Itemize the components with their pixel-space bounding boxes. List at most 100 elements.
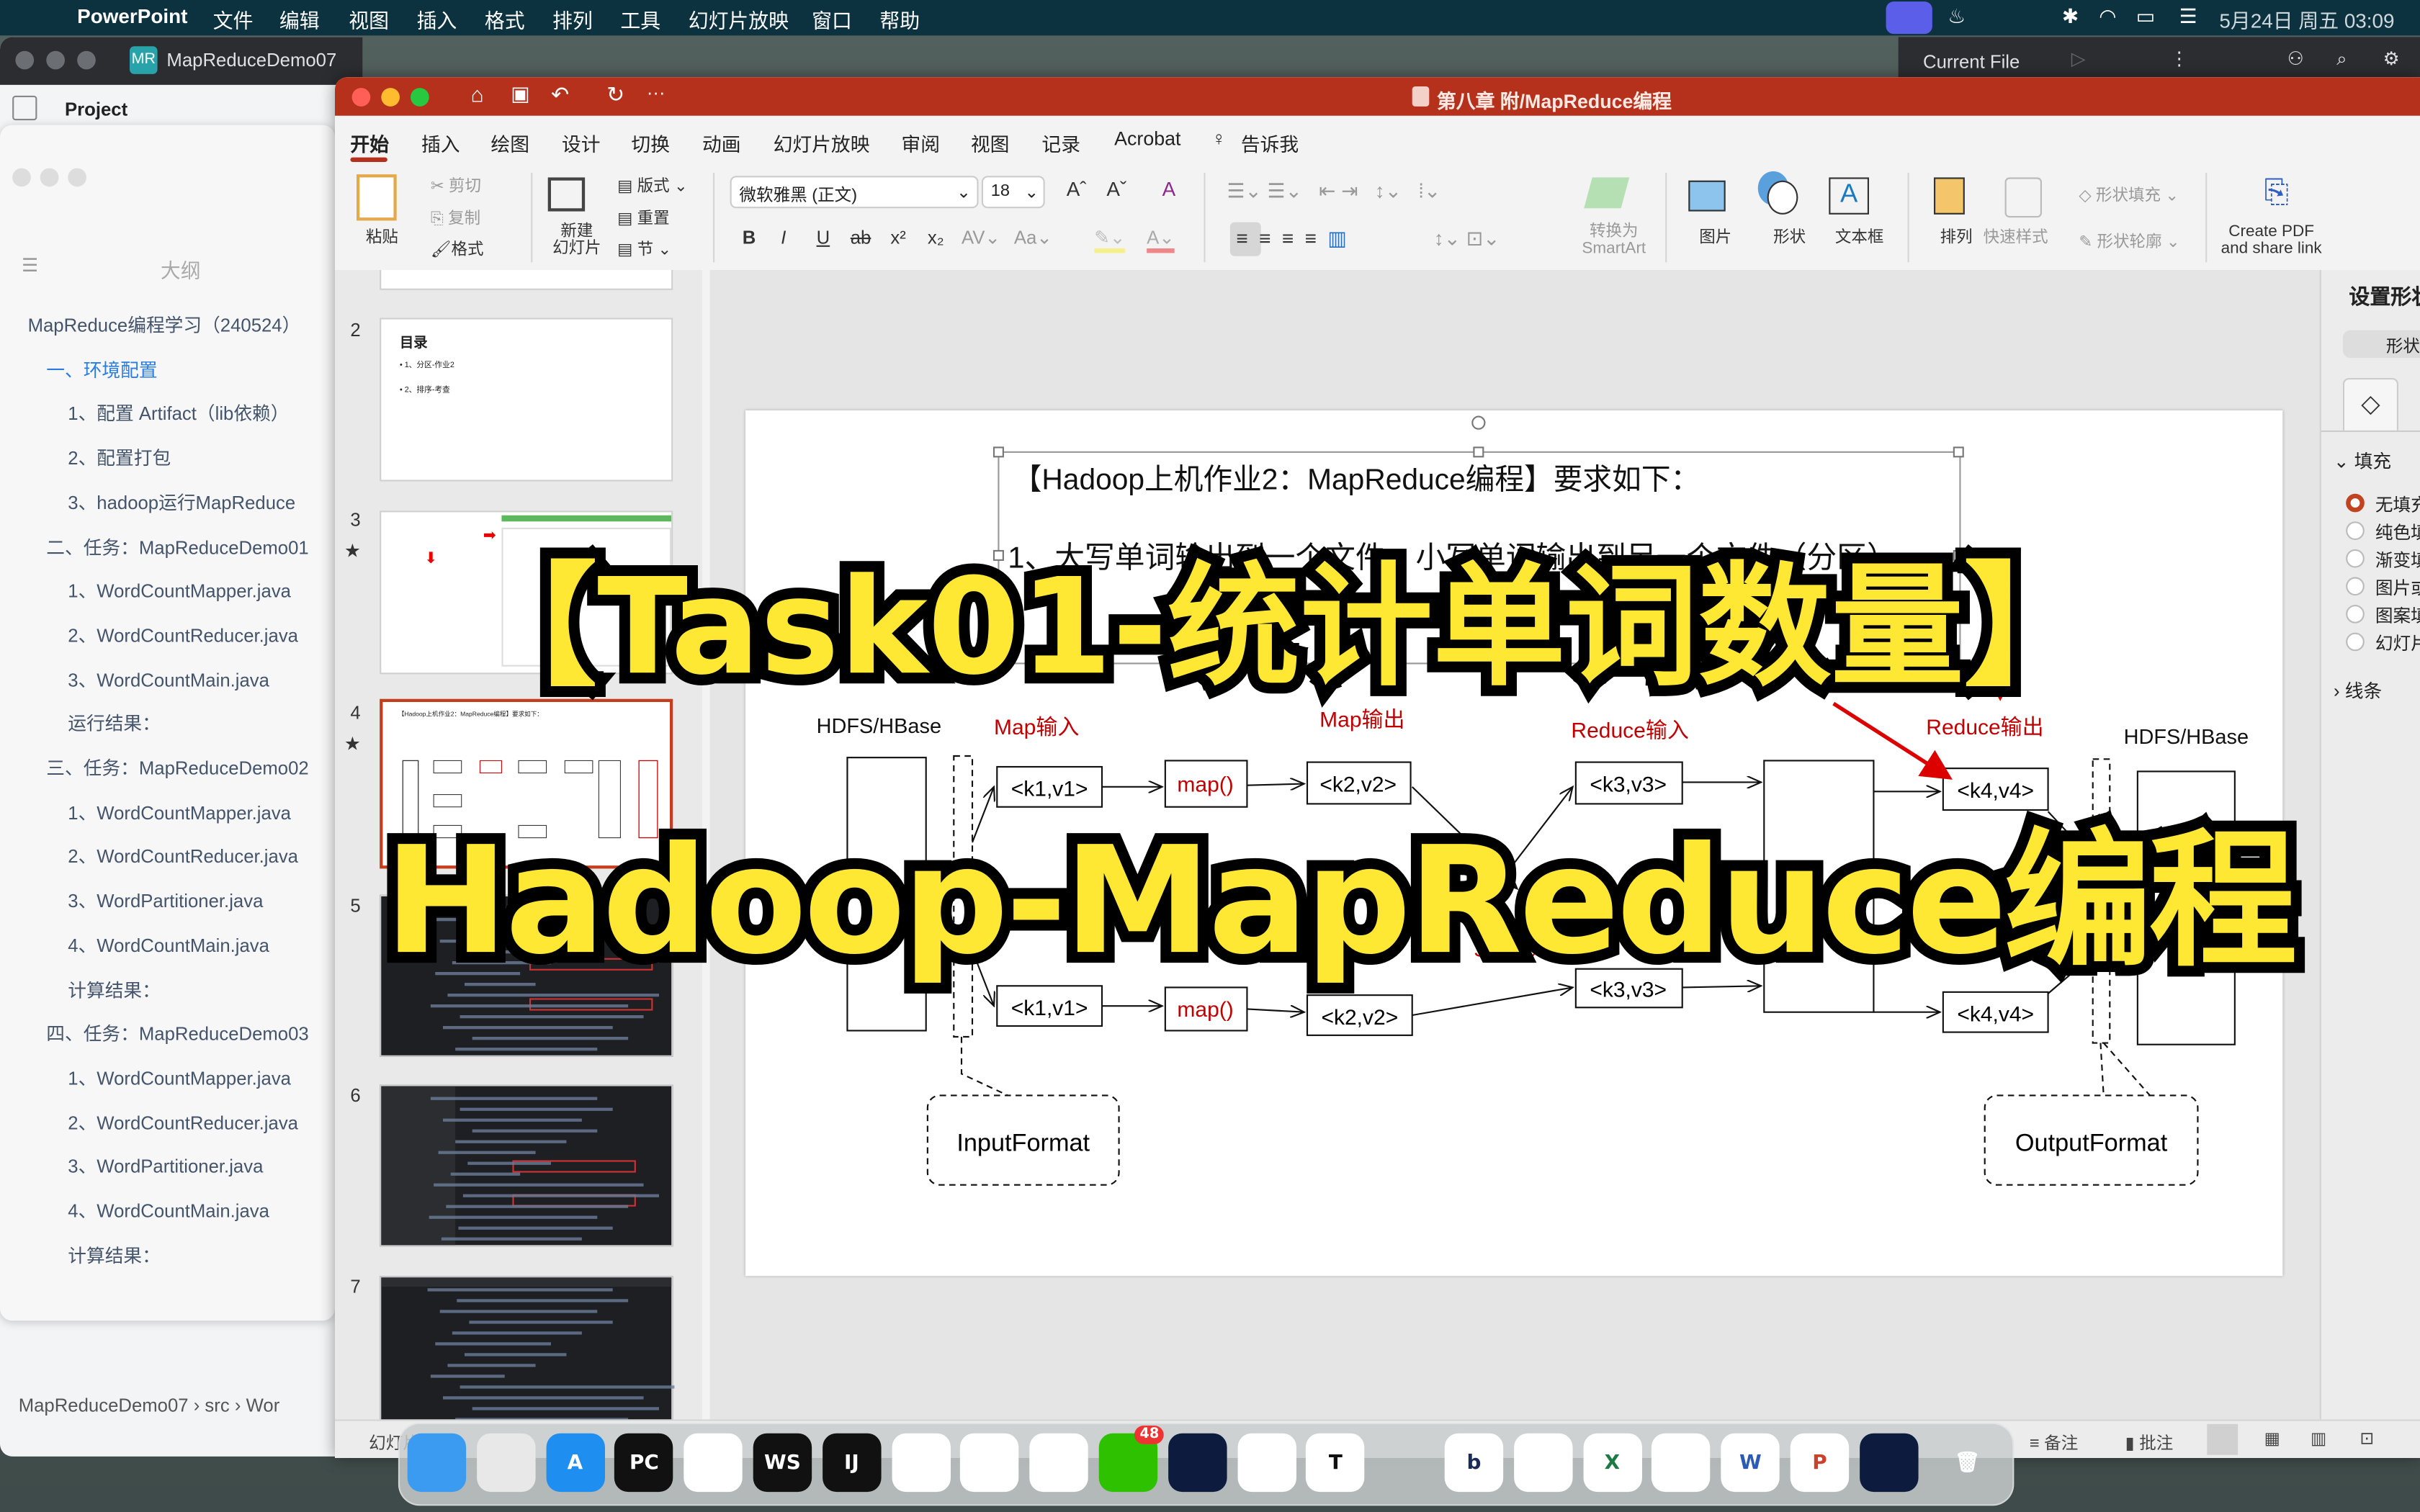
alignment-buttons[interactable]: ≡ ≡ ≡ ≡ ▥ — [1236, 227, 1346, 251]
paste-icon[interactable] — [356, 174, 397, 221]
bluetooth-icon[interactable]: ✱ — [2062, 4, 2079, 29]
save-icon[interactable]: ▣ — [511, 82, 529, 107]
more-icon[interactable]: ··· — [647, 82, 666, 104]
sorter-view-button[interactable]: ▦ — [2264, 1428, 2280, 1449]
cut-button[interactable]: ✂ 剪切 — [431, 174, 481, 197]
wechat-icon[interactable]: 48 — [1098, 1425, 1164, 1493]
subscript-button[interactable]: x₂ — [928, 227, 944, 248]
quick-styles-button[interactable]: 快速样式 — [1984, 225, 2048, 248]
minimize-button[interactable] — [381, 88, 400, 107]
fill-radio[interactable] — [2346, 549, 2365, 568]
breadcrumb-item[interactable]: MapReduceDemo07 — [19, 1395, 189, 1416]
outline-item[interactable]: 四、任务：MapReduceDemo03 — [46, 1020, 308, 1046]
italic-button[interactable]: I — [781, 227, 786, 248]
slideshow-view-button[interactable]: ⊡ — [2360, 1428, 2374, 1449]
fill-radio[interactable] — [2346, 632, 2365, 652]
bold-button[interactable]: B — [743, 227, 756, 248]
normal-view-button[interactable] — [2207, 1423, 2238, 1455]
finder-icon[interactable] — [407, 1433, 467, 1493]
run-icon[interactable]: ▷ — [2071, 48, 2086, 69]
strikethrough-button[interactable]: ab — [851, 227, 871, 248]
tab-design[interactable]: 设计 — [562, 128, 601, 158]
tab-slideshow[interactable]: 幻灯片放映 — [774, 128, 870, 158]
account-icon[interactable]: ⚇ — [2287, 48, 2304, 69]
zoom-button[interactable] — [68, 168, 86, 187]
minimize-button[interactable] — [40, 168, 59, 187]
outline-item[interactable]: 二、任务：MapReduceDemo01 — [46, 533, 308, 559]
tab-animations[interactable]: 动画 — [702, 128, 741, 158]
control-center-icon[interactable]: ☰ — [2179, 4, 2197, 29]
increase-font-icon[interactable]: Aˆ — [1067, 177, 1087, 200]
menu-edit[interactable]: 编辑 — [279, 4, 320, 34]
decrease-font-icon[interactable]: Aˇ — [1106, 177, 1126, 200]
create-pdf-button[interactable]: Create PDF and share link — [2221, 223, 2322, 258]
fill-section-toggle[interactable]: ⌄ 填充 — [2334, 447, 2391, 473]
clear-format-icon[interactable]: A — [1162, 177, 1176, 200]
word-icon[interactable]: W — [1721, 1433, 1780, 1493]
outline-item[interactable]: 4、WordCountMain.java — [68, 932, 269, 958]
outline-item[interactable]: 3、WordPartitioner.java — [68, 1153, 263, 1179]
font-color-button[interactable]: A⌄ — [1147, 227, 1175, 253]
undo-icon[interactable]: ↶ — [551, 82, 569, 108]
tell-me-search[interactable]: 告诉我 — [1241, 128, 1299, 158]
qq-icon[interactable] — [1237, 1433, 1296, 1493]
zoom-button[interactable] — [77, 50, 96, 70]
reset-button[interactable]: ▤ 重置 — [617, 207, 670, 230]
chrome-icon[interactable] — [960, 1433, 1020, 1493]
slide-thumbnail-1[interactable] — [380, 270, 673, 290]
excel-icon[interactable]: X — [1582, 1433, 1642, 1493]
new-slide-button[interactable]: 新建 幻灯片 — [552, 223, 601, 258]
fill-radio[interactable] — [2346, 493, 2365, 513]
project-selector[interactable]: MapReduceDemo07 — [166, 50, 336, 71]
clock[interactable]: 5月24日 周五 03:09 — [2219, 4, 2394, 34]
minimize-button[interactable] — [46, 50, 65, 70]
outline-item[interactable]: 3、hadoop运行MapReduce — [68, 489, 295, 515]
pycharm-icon[interactable]: PC — [614, 1433, 674, 1493]
arrange-icon[interactable] — [1934, 177, 1965, 215]
outline-item[interactable]: 3、WordPartitioner.java — [68, 887, 263, 913]
section-button[interactable]: ▤ 节 ⌄ — [617, 238, 671, 261]
fill-radio[interactable] — [2346, 605, 2365, 624]
line-section-toggle[interactable]: › 线条 — [2334, 678, 2382, 703]
underline-button[interactable]: U — [817, 227, 830, 248]
comments-button[interactable]: ▮ 批注 — [2125, 1430, 2174, 1454]
outline-item[interactable]: 2、WordCountReducer.java — [68, 1109, 298, 1135]
menu-file[interactable]: 文件 — [213, 4, 254, 34]
outline-item[interactable]: 1、配置 Artifact（lib依赖） — [68, 400, 289, 426]
outline-item[interactable]: 1、WordCountMapper.java — [68, 577, 291, 603]
tab-review[interactable]: 审阅 — [901, 128, 940, 158]
highlight-button[interactable]: ✎⌄ — [1094, 227, 1126, 253]
outline-item[interactable]: 运行结果： — [68, 710, 161, 736]
outline-item[interactable]: 1、WordCountMapper.java — [68, 798, 291, 824]
arrange-button[interactable]: 排列 — [1940, 225, 1973, 248]
menu-help[interactable]: 帮助 — [879, 4, 920, 34]
quick-styles-icon[interactable] — [2004, 177, 2042, 218]
slide-thumbnail-2[interactable]: 目录 • 1、分区-作业2 • 2、排序-考查 — [380, 318, 673, 482]
webstorm-icon[interactable]: WS — [753, 1433, 812, 1493]
outline-list-icon[interactable]: ☰ — [22, 255, 38, 276]
breadcrumb-item[interactable]: Wor — [246, 1395, 280, 1416]
change-case-button[interactable]: Aa⌄ — [1014, 227, 1052, 248]
outline-item[interactable]: 计算结果： — [68, 1241, 161, 1267]
shape-button[interactable]: 形状 — [1773, 225, 1806, 248]
outline-item[interactable]: 计算结果： — [68, 976, 161, 1002]
bullets-button[interactable]: ☰⌄ ☰⌄ ⇤ ⇥ ↕⌄ ⁞⌄ — [1227, 179, 1441, 204]
outline-item[interactable]: MapReduce编程学习（240524） — [28, 312, 301, 338]
close-button[interactable] — [351, 88, 371, 107]
textbox-button[interactable]: 文本框 — [1835, 225, 1884, 248]
typora-icon[interactable]: T — [1306, 1433, 1366, 1493]
acrobat-icon[interactable]: ⎘ — [2264, 176, 2289, 211]
fill-radio[interactable] — [2346, 577, 2365, 596]
breadcrumb-item[interactable]: src — [205, 1395, 229, 1416]
intellij-icon[interactable]: IJ — [822, 1433, 882, 1493]
textbox-icon[interactable]: A — [1829, 177, 1869, 215]
outline-item[interactable]: 3、WordCountMain.java — [68, 666, 269, 692]
menu-window[interactable]: 窗口 — [812, 4, 852, 34]
folder-icon[interactable] — [12, 95, 37, 121]
font-size-select[interactable]: 18 ⌄ — [981, 176, 1045, 209]
tab-record[interactable]: 记录 — [1041, 128, 1080, 158]
smartart-icon[interactable] — [1584, 177, 1630, 209]
copy-button[interactable]: ⎘ 复制 — [431, 207, 480, 230]
slide-title[interactable]: 【Hadoop上机作业2：MapReduce编程】要求如下： — [1013, 462, 1700, 495]
shape-icon[interactable] — [1767, 180, 1798, 215]
